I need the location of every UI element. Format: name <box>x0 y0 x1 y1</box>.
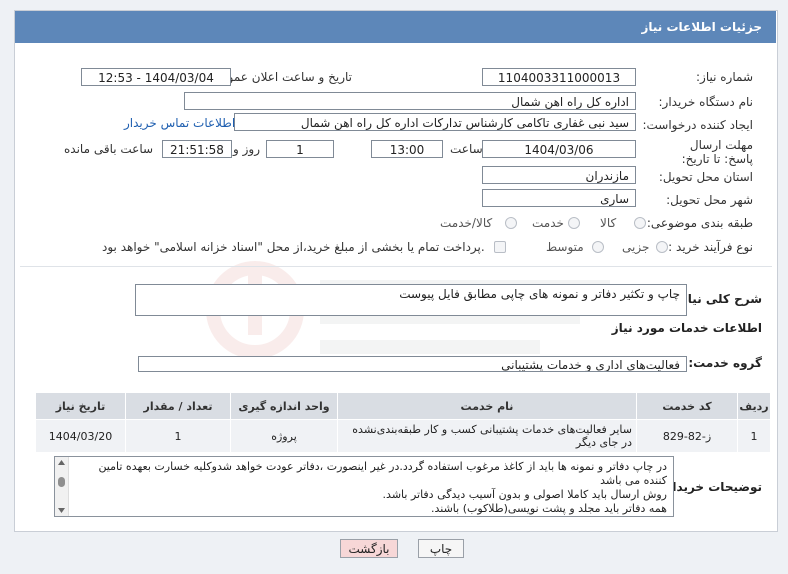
purchase-type-label: نوع فرآیند خرید : <box>668 240 753 254</box>
need-number-field: 1104003311000013 <box>482 68 636 86</box>
deadline-date-field: 1404/03/06 <box>482 140 636 158</box>
buyer-notes-label: توضیحات خریدار: <box>660 480 762 494</box>
cell-service-name: سایر فعالیت‌های خدمات پشتیبانی کسب و کار… <box>337 419 637 453</box>
category-option-goods: کالا <box>600 216 617 230</box>
province-label: استان محل تحویل: <box>658 170 753 184</box>
details-panel <box>14 10 778 532</box>
hour-label: ساعت <box>450 142 483 156</box>
purchase-radio-medium[interactable] <box>592 241 604 253</box>
service-group-label: گروه خدمت: <box>688 356 762 370</box>
creator-field: سید نبی غفاری تاکامی کارشناس تدارکات ادا… <box>234 113 636 131</box>
treasury-payment-checkbox[interactable] <box>494 241 506 253</box>
divider <box>20 266 772 267</box>
cell-quantity: 1 <box>125 419 231 453</box>
col-service-code: کد خدمت <box>636 392 738 420</box>
buyer-notes-textarea[interactable]: در چاپ دفاتر و نمونه ها باید از کاغذ مرغ… <box>54 456 674 517</box>
col-unit: واحد اندازه گیری <box>230 392 338 420</box>
category-radio-goods[interactable] <box>634 217 646 229</box>
announce-field: 1404/03/04 - 12:53 <box>81 68 231 86</box>
col-need-date: تاریخ نیاز <box>35 392 126 420</box>
cell-need-date: 1404/03/20 <box>35 419 126 453</box>
category-option-goods-service: کالا/خدمت <box>440 216 493 230</box>
category-radio-service[interactable] <box>568 217 580 229</box>
province-field: مازندران <box>482 166 636 184</box>
summary-field: چاپ و تکثیر دفاتر و نمونه های چاپی مطابق… <box>135 284 687 316</box>
buyer-org-field: اداره کل راه اهن شمال <box>184 92 636 110</box>
city-label: شهر محل تحویل: <box>666 193 753 207</box>
purchase-radio-minor[interactable] <box>656 241 668 253</box>
print-button[interactable]: چاپ <box>418 539 464 558</box>
buyer-note-line: در چاپ دفاتر و نمونه ها باید از کاغذ مرغ… <box>98 460 667 487</box>
panel-header: جزئیات اطلاعات نیاز <box>15 11 776 43</box>
buyer-note-line: همه دفاتر باید مجلد و پشت نویسی(طلاکوب) … <box>430 502 667 515</box>
purchase-option-minor: جزیی <box>622 240 650 254</box>
deadline-time-field: 13:00 <box>371 140 443 158</box>
cell-service-code: ز-82-829 <box>636 419 738 453</box>
category-radio-goods-service[interactable] <box>505 217 517 229</box>
buyer-note-line: روش ارسال باید کاملا اصولی و بدون آسیب د… <box>382 488 667 501</box>
remaining-time-field: 21:51:58 <box>162 140 232 158</box>
col-row-number: ردیف <box>737 392 771 420</box>
col-service-name: نام خدمت <box>337 392 637 420</box>
buyer-org-label: نام دستگاه خریدار: <box>658 95 754 109</box>
cell-row-number: 1 <box>737 419 771 453</box>
creator-label: ایجاد کننده درخواست: <box>642 118 753 132</box>
city-field: ساری <box>482 189 636 207</box>
cell-unit: پروژه <box>230 419 338 453</box>
panel-title: جزئیات اطلاعات نیاز <box>641 20 762 34</box>
days-field: 1 <box>266 140 334 158</box>
table-row: 1 ز-82-829 سایر فعالیت‌های خدمات پشتیبان… <box>35 419 771 453</box>
buyer-contact-link[interactable]: اطلاعات تماس خریدار <box>124 116 235 130</box>
col-quantity: تعداد / مقدار <box>125 392 231 420</box>
service-group-field: فعالیت‌های اداری و خدمات پشتیبانی <box>138 356 687 372</box>
services-table: ردیف کد خدمت نام خدمت واحد اندازه گیری ت… <box>35 392 771 453</box>
days-label: روز و <box>233 142 260 156</box>
deadline-label: مهلت ارسال پاسخ: تا تاریخ: <box>681 138 753 166</box>
payment-note: پرداخت تمام یا بخشی از مبلغ خرید،از محل … <box>102 240 485 254</box>
scroll-thumb[interactable] <box>58 477 65 487</box>
services-section-title: اطلاعات خدمات مورد نیاز <box>611 321 762 335</box>
category-option-service: خدمت <box>532 216 564 230</box>
purchase-option-medium: متوسط <box>546 240 584 254</box>
back-button[interactable]: بازگشت <box>340 539 398 558</box>
category-label: طبقه بندی موضوعی: <box>646 216 753 230</box>
summary-label: شرح کلی نیاز: <box>676 292 762 306</box>
remaining-label: ساعت باقی مانده <box>64 142 154 156</box>
need-number-label: شماره نیاز: <box>696 70 753 84</box>
notes-scrollbar[interactable] <box>55 457 69 516</box>
